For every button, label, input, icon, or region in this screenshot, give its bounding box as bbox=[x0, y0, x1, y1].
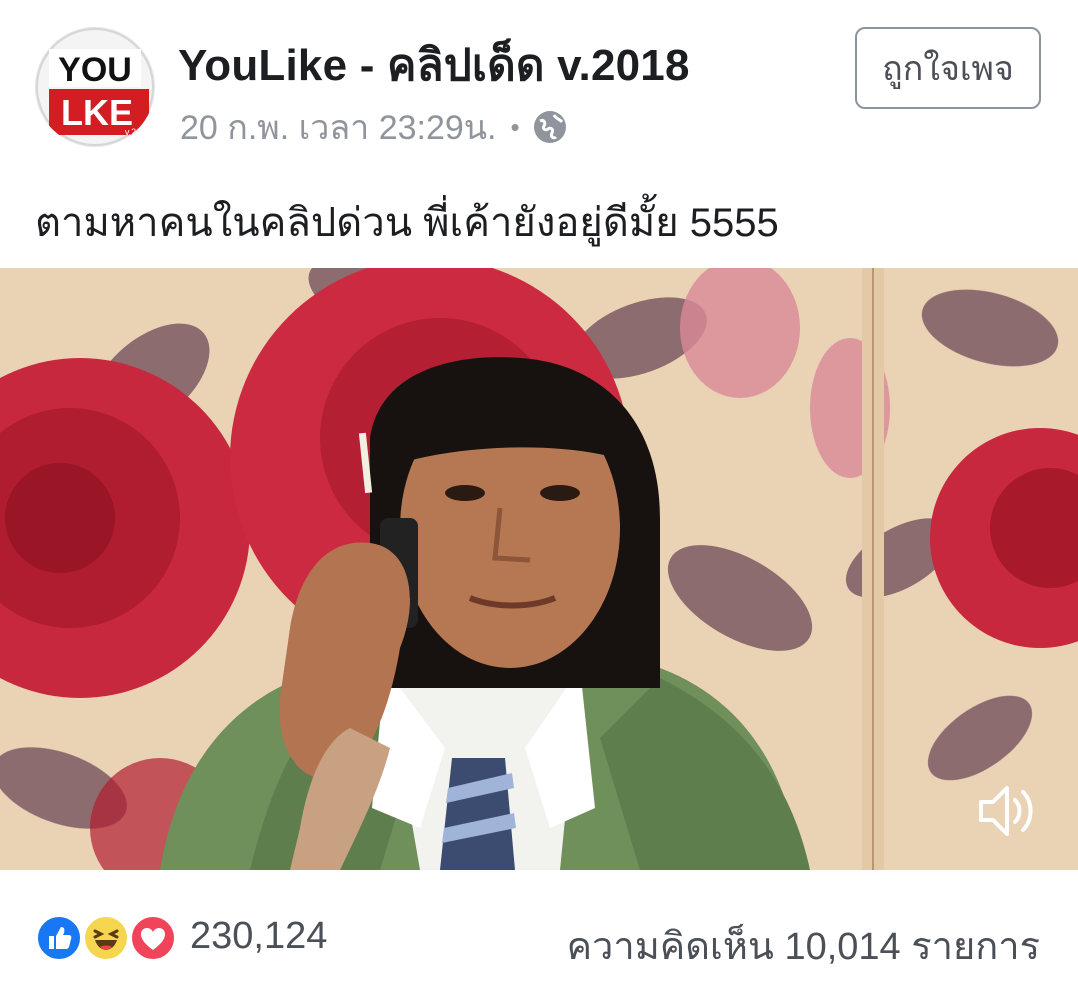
page-name[interactable]: YouLike - คลิปเด็ด v.2018 bbox=[178, 30, 690, 100]
logo-bottom-text: LKE bbox=[61, 92, 133, 133]
speaker-icon[interactable] bbox=[975, 778, 1037, 844]
video-player[interactable] bbox=[0, 268, 1078, 870]
like-page-button[interactable]: ถูกใจเพจ bbox=[855, 27, 1041, 109]
logo-top-text: YOU bbox=[58, 51, 132, 89]
haha-icon bbox=[82, 914, 130, 962]
post-timestamp[interactable]: 20 ก.พ. เวลา 23:29น. bbox=[180, 100, 496, 154]
reaction-icons[interactable] bbox=[35, 914, 185, 962]
love-icon bbox=[129, 914, 177, 962]
post-footer: 230,124 ความคิดเห็น 10,014 รายการ bbox=[0, 870, 1078, 997]
post-caption: ตามหาคนในคลิปด่วน พี่เค้ายังอยู่ดีมั้ย 5… bbox=[35, 201, 779, 245]
reaction-count[interactable]: 230,124 bbox=[190, 915, 327, 958]
page-avatar[interactable]: YOU LKE v.20 bbox=[35, 27, 155, 147]
video-frame bbox=[0, 268, 1078, 870]
logo-version-text: v.20 bbox=[125, 127, 141, 137]
globe-icon bbox=[533, 111, 566, 143]
youlike-logo: YOU LKE v.20 bbox=[36, 28, 154, 146]
comments-count[interactable]: ความคิดเห็น 10,014 รายการ bbox=[567, 915, 1040, 976]
post-meta: 20 ก.พ. เวลา 23:29น. • bbox=[180, 100, 568, 154]
meta-separator: • bbox=[510, 111, 520, 142]
like-icon bbox=[35, 914, 83, 962]
post-header: YOU LKE v.20 YouLike - คลิปเด็ด v.2018 2… bbox=[0, 0, 1078, 160]
